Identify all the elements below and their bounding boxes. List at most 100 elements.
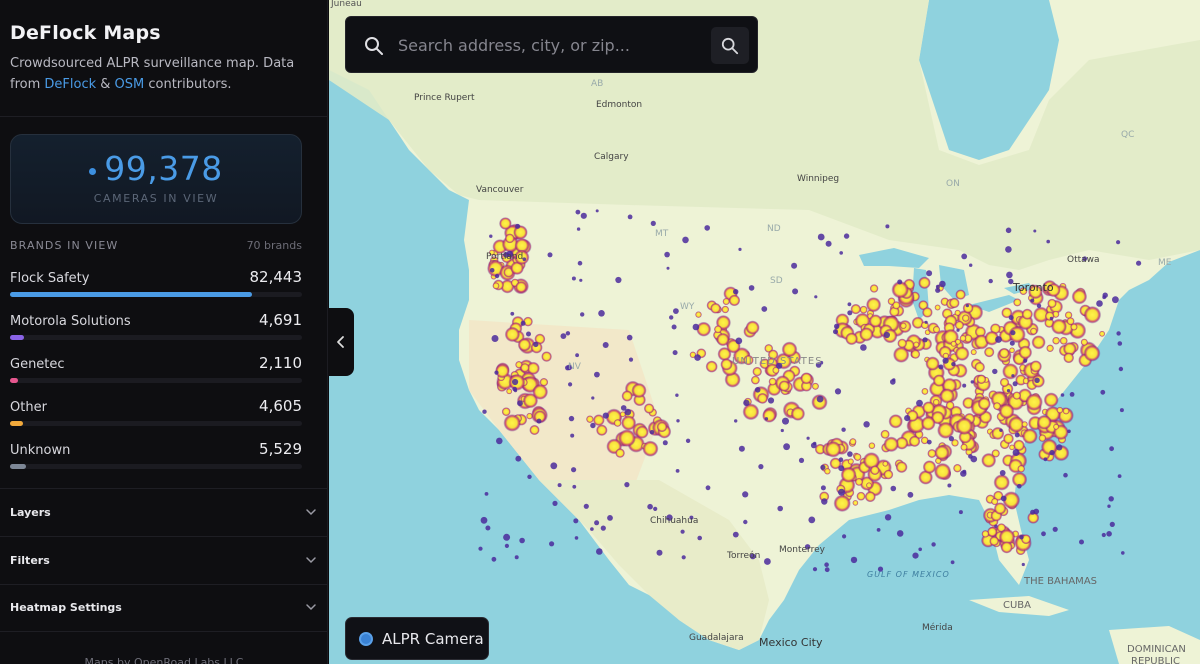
camera-point: [885, 224, 890, 229]
camera-point: [948, 436, 955, 442]
deflock-link[interactable]: DeFlock: [44, 77, 96, 92]
camera-point: [515, 223, 521, 229]
camera-point: [1102, 295, 1107, 300]
camera-point: [494, 370, 499, 375]
heatmap-blob: [849, 438, 857, 446]
heatmap-blob: [993, 474, 1010, 491]
heatmap-blob: [613, 419, 622, 427]
camera-point: [568, 415, 575, 422]
camera-point: [697, 535, 702, 541]
heatmap-blob: [529, 424, 540, 436]
heatmap-blob: [618, 429, 636, 447]
search-bar: [345, 16, 758, 73]
heatmap-blob: [1029, 360, 1042, 373]
collapse-sidebar-button[interactable]: [328, 308, 354, 376]
camera-point: [916, 399, 923, 407]
camera-point: [626, 334, 633, 341]
camera-point: [890, 485, 897, 492]
camera-point: [575, 353, 579, 358]
camera-point: [547, 252, 553, 258]
section-layers[interactable]: Layers: [0, 489, 327, 535]
camera-point: [520, 320, 526, 326]
heatmap-blob: [981, 452, 997, 468]
heatmap-blob: [1022, 428, 1038, 445]
camera-point: [1069, 392, 1075, 397]
heatmap-blob: [1080, 338, 1088, 346]
heatmap-blob: [499, 217, 512, 230]
brand-bar-track: [10, 421, 302, 426]
heatmap-blob: [742, 403, 760, 421]
brand-bar-fill: [10, 378, 18, 383]
camera-point: [692, 323, 700, 331]
camera-point: [1049, 449, 1055, 456]
camera-point: [1010, 330, 1016, 336]
camera-point: [758, 464, 764, 470]
heatmap-blob: [934, 462, 952, 481]
camera-point: [1041, 531, 1046, 537]
map-svg: Juneau AB Prince Rupert Edmonton Calgary…: [329, 0, 1200, 664]
camera-point: [897, 279, 903, 285]
heatmap-blob: [866, 297, 882, 313]
label-guadalajara: Guadalajara: [689, 633, 744, 643]
camera-point: [743, 399, 750, 407]
sidebar: DeFlock Maps Crowdsourced ALPR surveilla…: [0, 0, 328, 664]
heatmap-blob: [710, 302, 722, 314]
heatmap-blob: [852, 499, 859, 506]
heatmap-blob: [635, 425, 649, 439]
camera-point: [843, 233, 850, 239]
heatmap-blob: [1046, 344, 1054, 353]
heatmap-blob: [845, 332, 858, 346]
camera-point: [653, 506, 658, 511]
section-filters[interactable]: Filters: [0, 537, 327, 583]
label-chihuahua: Chihuahua: [650, 516, 698, 526]
camera-count-card: 99,378 CAMERAS IN VIEW: [10, 134, 302, 224]
heatmap-blob: [631, 382, 647, 399]
heatmap-blob: [1083, 344, 1101, 362]
heatmap-blob: [756, 392, 769, 404]
camera-point: [536, 418, 542, 424]
camera-point: [577, 260, 583, 266]
map-legend[interactable]: ALPR Camera: [345, 617, 489, 660]
heatmap-blob: [918, 276, 931, 290]
search-button[interactable]: [711, 27, 749, 64]
camera-point: [1009, 340, 1015, 346]
heatmap-blob: [950, 340, 957, 347]
camera-point: [595, 209, 599, 213]
heatmap-blob: [1021, 308, 1033, 320]
section-label: Filters: [10, 553, 50, 567]
camera-point: [860, 344, 867, 351]
label-republic: REPUBLIC: [1131, 656, 1180, 664]
section-heatmap-settings[interactable]: Heatmap Settings: [0, 584, 327, 630]
map-canvas[interactable]: Juneau AB Prince Rupert Edmonton Calgary…: [329, 0, 1200, 664]
camera-point: [517, 400, 523, 407]
heatmap-blob: [504, 326, 521, 343]
legend-label: ALPR Camera: [382, 629, 484, 648]
camera-point: [824, 562, 829, 567]
heatmap-blob: [854, 477, 864, 486]
label-prince-rupert: Prince Rupert: [414, 93, 475, 103]
heatmap-blob: [908, 435, 921, 448]
camera-point: [999, 428, 1003, 432]
camera-point: [576, 227, 581, 231]
camera-point: [734, 419, 738, 423]
camera-point: [1008, 315, 1014, 321]
camera-point: [571, 276, 576, 281]
heatmap-blob: [1044, 311, 1055, 321]
camera-point: [598, 310, 605, 317]
label-on: ON: [946, 179, 960, 189]
camera-point: [681, 555, 686, 560]
heatmap-blob: [1002, 363, 1019, 380]
heatmap-blob: [824, 467, 831, 475]
section-label: Heatmap Settings: [10, 600, 122, 614]
heatmap-blob: [800, 372, 813, 385]
camera-point: [922, 337, 928, 343]
camera-point: [969, 263, 973, 267]
osm-link[interactable]: OSM: [115, 77, 145, 92]
camera-point: [602, 412, 609, 419]
camera-point: [685, 438, 691, 443]
camera-point: [650, 220, 656, 226]
heatmap-blob: [922, 460, 937, 474]
heatmap-blob: [1003, 433, 1014, 445]
search-input[interactable]: [398, 31, 698, 59]
brand-bar-fill: [10, 421, 24, 426]
